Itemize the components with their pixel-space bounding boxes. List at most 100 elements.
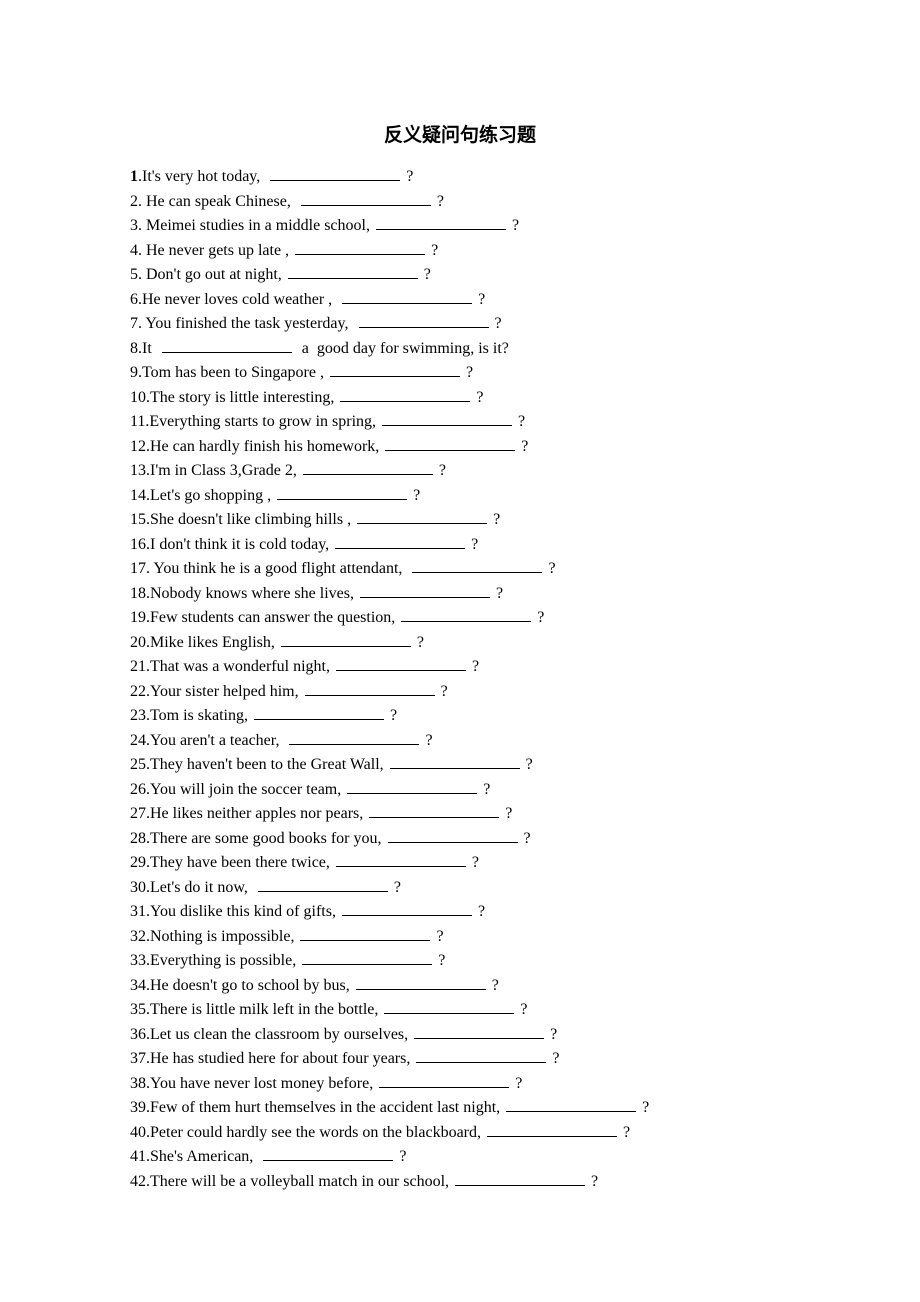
- question-number: 22: [130, 683, 146, 700]
- question-text-suffix: ?: [489, 511, 500, 528]
- question-text-suffix: ?: [492, 585, 503, 602]
- question-text-suffix: ?: [395, 1148, 406, 1165]
- question-item: 26.You will join the soccer team, ?: [130, 778, 790, 803]
- question-number: 28: [130, 830, 146, 847]
- question-item: 27.He likes neither apples nor pears, ?: [130, 802, 790, 827]
- question-text-prefix: Tom has been to Singapore ,: [142, 364, 328, 381]
- question-number: 33: [130, 952, 146, 969]
- question-number: 2: [130, 193, 138, 210]
- question-text-suffix: ?: [390, 879, 401, 896]
- question-list: 1.It's very hot today, ?2. He can speak …: [130, 165, 790, 1194]
- question-number: 41: [130, 1148, 146, 1165]
- answer-blank: [357, 509, 487, 524]
- question-item: 1.It's very hot today, ?: [130, 165, 790, 190]
- question-number: 32: [130, 928, 146, 945]
- question-text-suffix: ?: [520, 830, 531, 847]
- question-text-prefix: It's very hot today,: [142, 168, 268, 185]
- question-text-prefix: She's American,: [150, 1148, 261, 1165]
- answer-blank: [379, 1073, 509, 1088]
- question-item: 18.Nobody knows where she lives, ?: [130, 582, 790, 607]
- question-item: 38.You have never lost money before, ?: [130, 1072, 790, 1097]
- answer-blank: [414, 1024, 544, 1039]
- answer-blank: [506, 1097, 636, 1112]
- question-item: 28.There are some good books for you, ?: [130, 827, 790, 852]
- question-text-suffix: ?: [533, 609, 544, 626]
- answer-blank: [487, 1122, 617, 1137]
- question-text-suffix: ?: [517, 438, 528, 455]
- question-item: 22.Your sister helped him, ?: [130, 680, 790, 705]
- question-text-suffix: ?: [511, 1075, 522, 1092]
- question-text-prefix: You dislike this kind of gifts,: [150, 903, 340, 920]
- question-text-prefix: He can hardly finish his homework,: [150, 438, 383, 455]
- question-text-suffix: ?: [544, 560, 555, 577]
- question-item: 2. He can speak Chinese, ?: [130, 190, 790, 215]
- question-number: 26: [130, 781, 146, 798]
- question-item: 29.They have been there twice, ?: [130, 851, 790, 876]
- question-item: 14.Let's go shopping , ?: [130, 484, 790, 509]
- answer-blank: [258, 877, 388, 892]
- question-number: 4: [130, 242, 138, 259]
- question-item: 7. You finished the task yesterday, ?: [130, 312, 790, 337]
- question-text-prefix: He likes neither apples nor pears,: [150, 805, 367, 822]
- question-text-prefix: That was a wonderful night,: [150, 658, 334, 675]
- question-item: 37.He has studied here for about four ye…: [130, 1047, 790, 1072]
- question-item: 34.He doesn't go to school by bus, ?: [130, 974, 790, 999]
- question-text-suffix: ?: [474, 291, 485, 308]
- document-page: 反义疑问句练习题 1.It's very hot today, ?2. He c…: [0, 0, 920, 1294]
- question-text-prefix: Everything starts to grow in spring,: [149, 413, 380, 430]
- answer-blank: [303, 460, 433, 475]
- question-text-prefix: The story is little interesting,: [150, 389, 338, 406]
- question-item: 21.That was a wonderful night, ?: [130, 655, 790, 680]
- question-number: 34: [130, 977, 146, 994]
- question-item: 32.Nothing is impossible, ?: [130, 925, 790, 950]
- question-number: 13: [130, 462, 146, 479]
- question-text-suffix: ?: [437, 683, 448, 700]
- question-text-prefix: There is little milk left in the bottle,: [150, 1001, 382, 1018]
- question-item: 13.I'm in Class 3,Grade 2, ?: [130, 459, 790, 484]
- question-item: 11.Everything starts to grow in spring, …: [130, 410, 790, 435]
- question-text-prefix: Few students can answer the question,: [150, 609, 399, 626]
- answer-blank: [336, 852, 466, 867]
- question-number: 9: [130, 364, 138, 381]
- answer-blank: [301, 191, 431, 206]
- question-text-prefix: Mike likes English,: [150, 634, 279, 651]
- question-text-suffix: ?: [468, 658, 479, 675]
- answer-blank: [302, 950, 432, 965]
- answer-blank: [376, 215, 506, 230]
- question-text-suffix: ?: [472, 389, 483, 406]
- question-number: 35: [130, 1001, 146, 1018]
- question-text-prefix: He never gets up late ,: [142, 242, 293, 259]
- question-text-prefix: Let's go shopping ,: [150, 487, 275, 504]
- answer-blank: [342, 901, 472, 916]
- question-number: 24: [130, 732, 146, 749]
- question-item: 16.I don't think it is cold today, ?: [130, 533, 790, 558]
- question-text-prefix: Nobody knows where she lives,: [150, 585, 358, 602]
- question-text-suffix: ?: [516, 1001, 527, 1018]
- question-text-suffix: ?: [462, 364, 473, 381]
- answer-blank: [384, 999, 514, 1014]
- answer-blank: [162, 338, 292, 353]
- answer-blank: [342, 289, 472, 304]
- question-text-suffix: ?: [508, 217, 519, 234]
- question-text-suffix: ?: [546, 1026, 557, 1043]
- answer-blank: [369, 803, 499, 818]
- answer-blank: [385, 436, 515, 451]
- question-number: 30: [130, 879, 146, 896]
- question-item: 10.The story is little interesting, ?: [130, 386, 790, 411]
- question-number: 7: [130, 315, 138, 332]
- answer-blank: [277, 485, 407, 500]
- question-text-prefix: Few of them hurt themselves in the accid…: [150, 1099, 504, 1116]
- question-number: 21: [130, 658, 146, 675]
- question-number: 12: [130, 438, 146, 455]
- question-item: 8.It a good day for swimming, is it?: [130, 337, 790, 362]
- question-number: 25: [130, 756, 146, 773]
- question-text-suffix: ?: [435, 462, 446, 479]
- question-text-suffix: ?: [501, 805, 512, 822]
- question-text-prefix: There will be a volleyball match in our …: [150, 1173, 453, 1190]
- question-text-prefix: Let us clean the classroom by ourselves,: [150, 1026, 412, 1043]
- question-text-prefix: Your sister helped him,: [150, 683, 303, 700]
- answer-blank: [289, 730, 419, 745]
- question-item: 3. Meimei studies in a middle school, ?: [130, 214, 790, 239]
- question-number: 31: [130, 903, 146, 920]
- page-title: 反义疑问句练习题: [130, 120, 790, 147]
